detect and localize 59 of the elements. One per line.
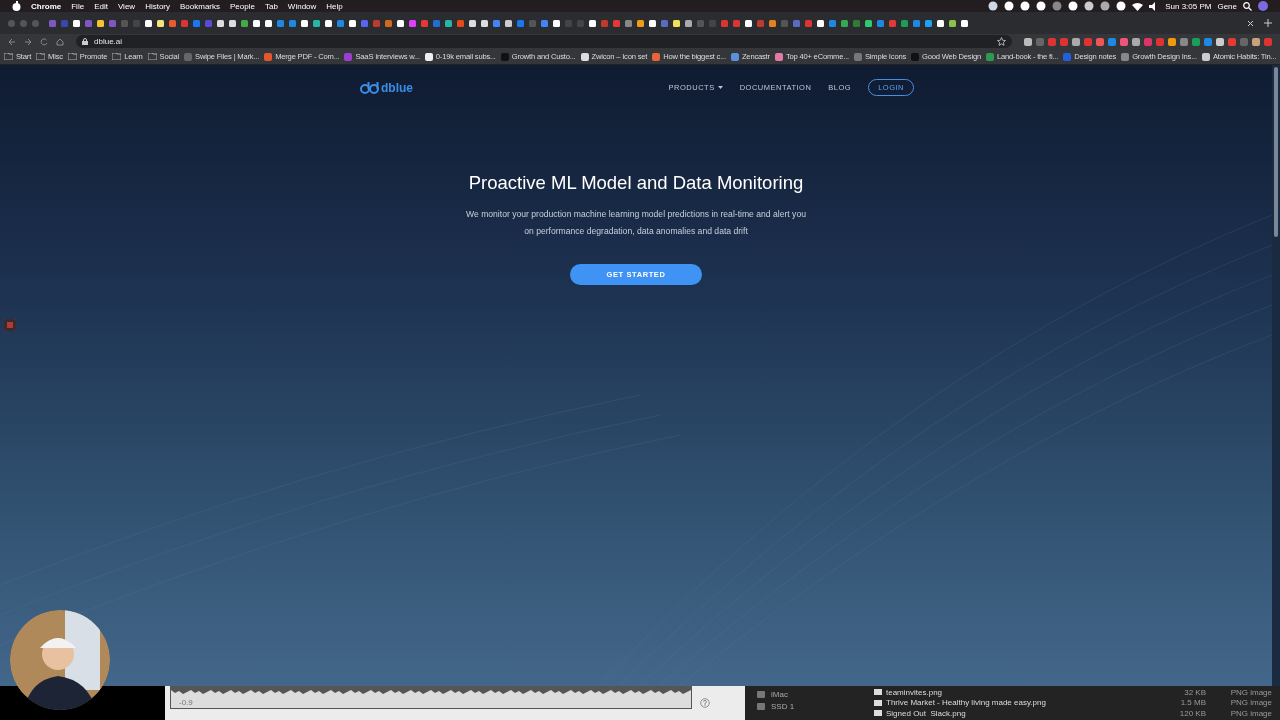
user-menu[interactable]: Gene — [1217, 1, 1237, 11]
menu-item[interactable]: History — [145, 1, 170, 11]
status-icon[interactable] — [1116, 1, 1127, 11]
folder-icon — [112, 53, 122, 60]
new-tab-icon[interactable] — [1264, 19, 1272, 27]
menu-item[interactable]: View — [117, 1, 136, 11]
folder-icon — [147, 53, 157, 60]
status-icon[interactable] — [1084, 1, 1095, 11]
close-icon[interactable] — [1247, 19, 1254, 27]
file-kind: PNG image — [1229, 698, 1272, 708]
scroll-thumb[interactable] — [1274, 67, 1278, 237]
siri-icon[interactable] — [1258, 1, 1268, 11]
back-icon[interactable] — [8, 37, 16, 46]
gain-reading: -0.9 — [178, 698, 193, 707]
wifi-icon[interactable] — [1132, 1, 1144, 11]
status-icon[interactable] — [1100, 1, 1111, 11]
status-icon[interactable] — [1068, 1, 1079, 11]
logo[interactable]: dblue — [360, 80, 413, 95]
record-icon[interactable] — [4, 319, 16, 331]
file-size: 1.5 MB — [1179, 698, 1206, 708]
file-name[interactable]: Signed Out Slack.png — [886, 708, 1162, 718]
menu-item[interactable]: Bookmarks — [180, 1, 221, 11]
lock-icon — [82, 38, 88, 45]
folder-icon — [4, 53, 13, 60]
reload-icon[interactable] — [40, 37, 48, 46]
file-kind: PNG image — [1229, 708, 1272, 718]
apple-icon[interactable] — [12, 1, 21, 11]
menu-item[interactable]: Edit — [94, 1, 108, 11]
menu-item[interactable]: File — [71, 1, 85, 11]
clock[interactable]: Sun 3:05 PM — [1165, 1, 1212, 11]
file-size: 32 KB — [1183, 687, 1206, 697]
status-icon[interactable] — [1020, 1, 1031, 11]
file-kind: PNG image — [1229, 687, 1272, 697]
status-icon[interactable] — [988, 1, 999, 11]
star-icon[interactable] — [997, 37, 1006, 46]
help-icon[interactable] — [700, 698, 710, 708]
app-menu[interactable]: Chrome — [31, 1, 62, 11]
hero-description: We monitor your production machine learning model predictions in real-time and alert you on performance degradation, data anomalies and data drift — [465, 208, 807, 238]
folder-icon — [36, 53, 46, 60]
home-icon[interactable] — [56, 37, 64, 46]
hero-heading: Proactive ML Model and Data Monitoring — [468, 172, 804, 194]
forward-icon[interactable] — [24, 37, 32, 46]
status-icon[interactable] — [1036, 1, 1047, 11]
scrollbar[interactable] — [1272, 65, 1280, 686]
search-icon[interactable] — [1243, 1, 1252, 11]
file-size: 120 KB — [1178, 708, 1206, 718]
menu-item[interactable]: People — [230, 1, 255, 11]
address-field[interactable]: dblue.ai — [76, 35, 1012, 48]
caret-icon — [717, 86, 723, 89]
menu-item[interactable]: Window — [287, 1, 317, 11]
file-name[interactable]: Thrive Market - Healthy living made easy.png — [886, 698, 1162, 708]
sidebar-item[interactable]: iMac — [757, 690, 862, 699]
menu-item[interactable]: Help — [326, 1, 343, 11]
logo-mark-icon — [360, 81, 380, 94]
status-icon[interactable] — [1004, 1, 1015, 11]
sidebar-item[interactable]: SSD 1 — [757, 702, 862, 711]
menu-item[interactable]: Tab — [264, 1, 278, 11]
folder-icon — [67, 53, 77, 60]
file-name[interactable]: teaminvites.png — [886, 687, 1162, 697]
